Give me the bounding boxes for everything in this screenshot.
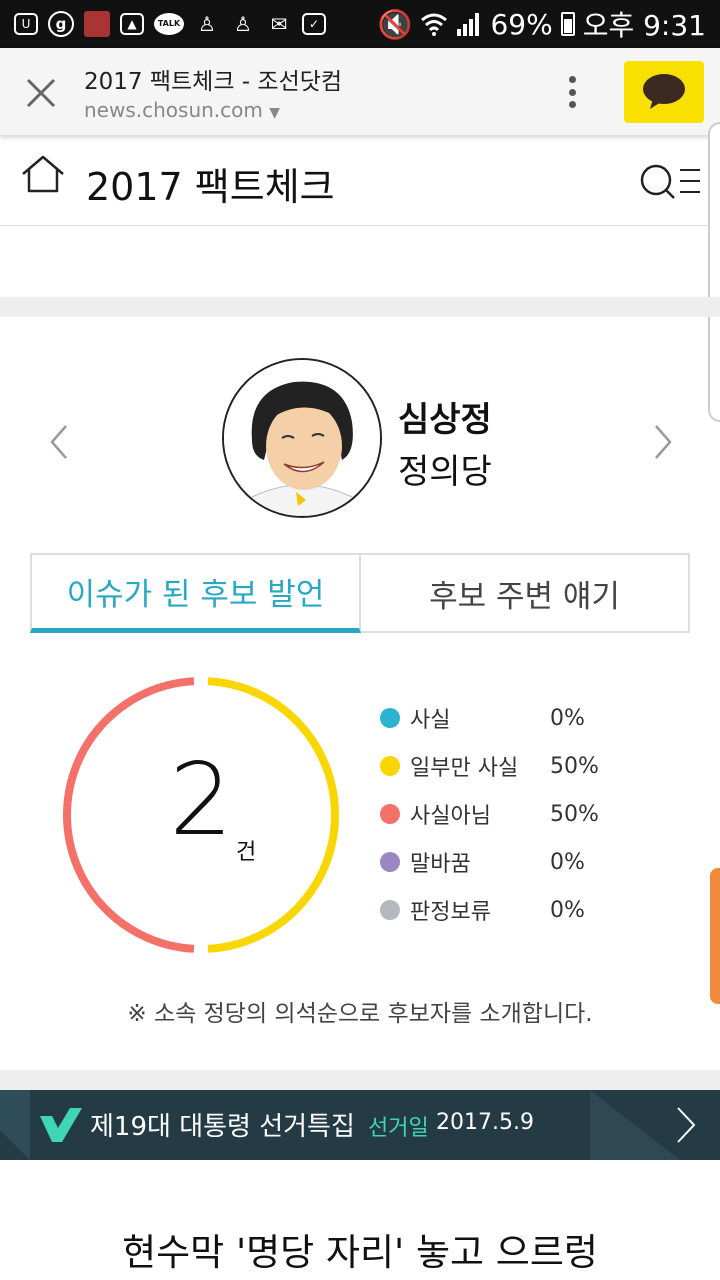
legend-dot <box>380 804 400 824</box>
browser-bar: 2017 팩트체크 - 조선닷컴 news.chosun.com ▼ <box>0 48 720 136</box>
kakao-share-button[interactable] <box>624 61 704 123</box>
legend-item-fact: 사실 0% <box>380 694 680 742</box>
page-title: 2017 팩트체크 <box>86 165 335 209</box>
signal-icon <box>457 13 480 36</box>
article-headline[interactable]: 현수막 '명당 자리' 놓고 으르렁 <box>0 1222 720 1276</box>
next-candidate-button[interactable] <box>648 422 678 462</box>
mail-icon: ✉ <box>270 12 288 36</box>
browser-title: 2017 팩트체크 - 조선닷컴 <box>84 69 343 95</box>
edge-panel-handle[interactable] <box>708 122 720 422</box>
person-icon: ♙ <box>198 12 216 36</box>
legend-item-pending: 판정보류 0% <box>380 886 680 934</box>
order-note: ※ 소속 정당의 의석순으로 후보자를 소개합니다. <box>127 1001 593 1027</box>
home-icon <box>22 155 64 193</box>
banner-next-button[interactable] <box>670 1104 700 1146</box>
tab-bar: 이슈가 된 후보 발언 후보 주변 얘기 <box>30 553 690 633</box>
home-button[interactable] <box>20 154 66 194</box>
chat-bubble-icon <box>643 74 685 109</box>
banner-decoration <box>0 1090 30 1160</box>
divider <box>0 297 720 317</box>
url-text: news.chosun.com <box>84 98 263 122</box>
gallery-icon: ▲ <box>120 13 144 35</box>
battery-icon <box>560 12 575 36</box>
clipboard-icon: ✓ <box>302 13 326 35</box>
legend-dot <box>380 708 400 728</box>
legend-item-flip-flop: 말바꿈 0% <box>380 838 680 886</box>
avatar <box>222 358 382 518</box>
ubox-icon: U <box>14 13 38 35</box>
candidate-name: 심상정 <box>398 400 492 440</box>
status-bar: U g ▲ TALK ♙ ♙ ✉ ✓ 🔇 69% 오후 9:31 <box>0 0 720 48</box>
talk-icon: TALK <box>154 13 184 35</box>
legend-dot <box>380 900 400 920</box>
chevron-left-icon <box>50 425 67 459</box>
mute-icon: 🔇 <box>377 7 413 41</box>
election-banner[interactable]: 제19대 대통령 선거특집 선거일 2017.5.9 <box>0 1090 720 1160</box>
check-logo-icon <box>40 1108 82 1142</box>
candidate-party: 정의당 <box>398 452 492 492</box>
divider <box>0 1070 720 1090</box>
banner-date: 2017.5.9 <box>436 1110 534 1135</box>
statement-count: 2 <box>169 741 233 858</box>
more-menu-button[interactable] <box>560 70 584 114</box>
chevron-right-icon <box>655 425 672 459</box>
count-unit: 건 <box>236 840 256 865</box>
banner-sub-label: 선거일 <box>368 1116 429 1141</box>
tab-statements[interactable]: 이슈가 된 후보 발언 <box>30 553 361 633</box>
legend-item-not-fact: 사실아님 50% <box>380 790 680 838</box>
battery-level: 69% <box>490 7 553 41</box>
legend-dot <box>380 852 400 872</box>
close-button[interactable] <box>22 74 60 112</box>
candidate-portrait <box>224 360 380 516</box>
banner-title: 제19대 대통령 선거특집 <box>90 1112 355 1142</box>
browser-url[interactable]: news.chosun.com ▼ <box>84 98 280 122</box>
g-icon: g <box>48 11 74 37</box>
prev-candidate-button[interactable] <box>44 422 74 462</box>
caret-down-icon: ▼ <box>269 105 281 121</box>
verdict-donut: 2 건 <box>63 677 339 953</box>
close-icon <box>26 78 56 108</box>
search-menu-icon <box>640 164 700 199</box>
legend-item-partly-fact: 일부만 사실 50% <box>380 742 680 790</box>
legend-dot <box>380 756 400 776</box>
verdict-legend: 사실 0% 일부만 사실 50% 사실아님 50% 말바꿈 0% 판정보류 0% <box>380 694 680 934</box>
tab-surroundings[interactable]: 후보 주변 얘기 <box>361 553 690 633</box>
person-icon: ♙ <box>234 12 252 36</box>
side-handle[interactable] <box>710 868 720 1004</box>
game-icon <box>84 11 110 37</box>
wifi-icon <box>421 13 448 36</box>
banner-decoration <box>590 1090 680 1160</box>
clock: 오후 9:31 <box>582 9 706 42</box>
chevron-right-icon <box>677 1107 696 1143</box>
page-header: 2017 팩트체크 <box>0 136 720 226</box>
search-menu-button[interactable] <box>638 162 702 202</box>
